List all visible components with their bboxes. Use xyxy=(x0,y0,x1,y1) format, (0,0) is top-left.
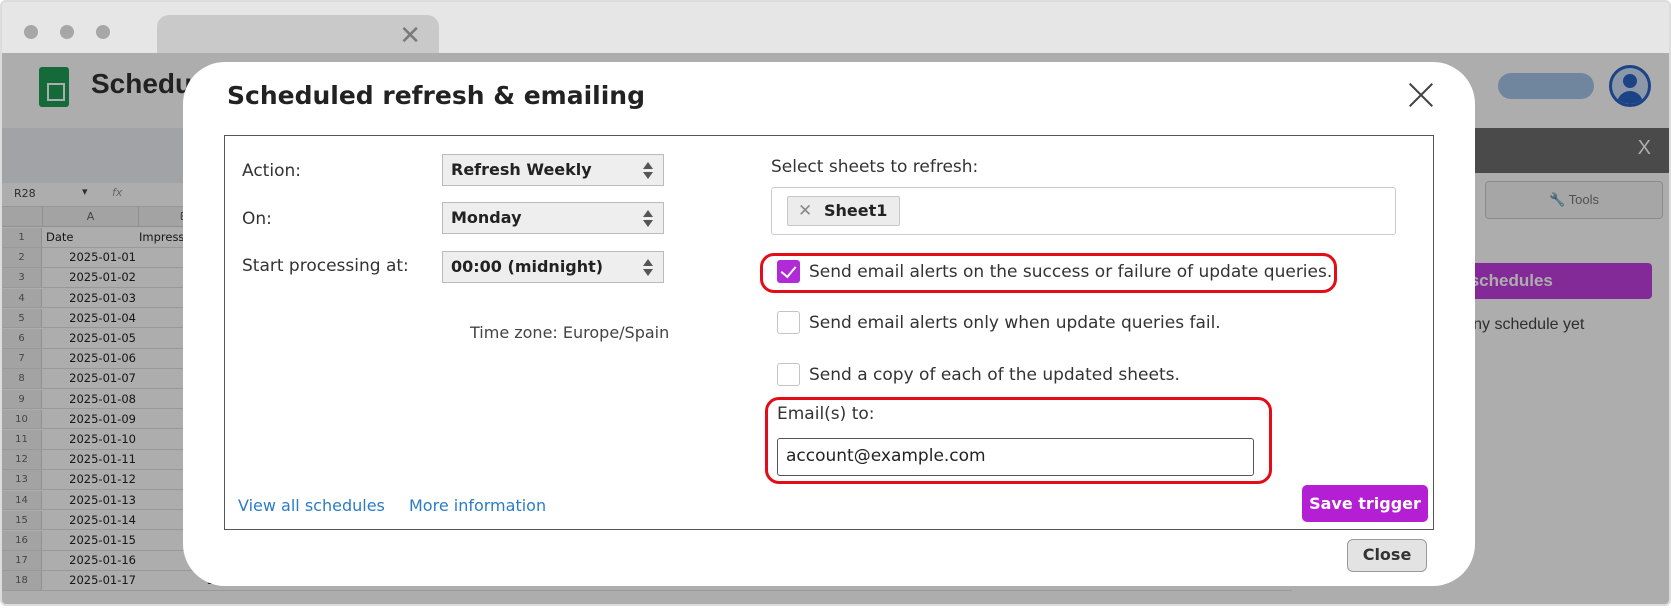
email-field[interactable]: account@example.com xyxy=(777,438,1254,476)
close-button[interactable]: Close xyxy=(1347,539,1427,572)
browser-tab[interactable]: ✕ xyxy=(157,15,439,53)
window-maximize-dot[interactable] xyxy=(96,25,110,39)
sheet-chip[interactable]: ✕ Sheet1 xyxy=(787,196,901,226)
tab-close-icon[interactable]: ✕ xyxy=(399,21,421,51)
action-select-value: Refresh Weekly xyxy=(451,160,592,179)
dialog-close-icon[interactable] xyxy=(1406,80,1436,110)
email-label: Email(s) to: xyxy=(777,404,875,424)
dialog-body: Action: Refresh Weekly On: Monday Start … xyxy=(224,135,1434,530)
sheet-chip-label: Sheet1 xyxy=(824,201,888,220)
start-time-value: 00:00 (midnight) xyxy=(451,257,604,276)
browser-chrome: ✕ xyxy=(2,2,1669,53)
action-label: Action: xyxy=(242,161,301,181)
remove-chip-icon[interactable]: ✕ xyxy=(798,197,812,225)
window-minimize-dot[interactable] xyxy=(60,25,74,39)
sheets-label: Select sheets to refresh: xyxy=(771,157,979,177)
view-all-schedules-link[interactable]: View all schedules xyxy=(238,496,385,515)
dialog-title: Scheduled refresh & emailing xyxy=(227,81,646,110)
day-select-value: Monday xyxy=(451,208,522,227)
select-arrows-icon xyxy=(643,259,653,277)
schedule-dialog: Scheduled refresh & emailing Action: Ref… xyxy=(183,62,1475,586)
save-trigger-button[interactable]: Save trigger xyxy=(1302,485,1428,522)
start-time-select[interactable]: 00:00 (midnight) xyxy=(442,251,664,283)
fail-only-checkbox[interactable] xyxy=(777,311,800,334)
day-select[interactable]: Monday xyxy=(442,202,664,234)
more-information-link[interactable]: More information xyxy=(409,496,546,515)
window-close-dot[interactable] xyxy=(24,25,38,39)
alerts-checkbox[interactable] xyxy=(777,260,800,283)
timezone-text: Time zone: Europe/Spain xyxy=(470,323,670,342)
copy-sheets-checkbox[interactable] xyxy=(777,363,800,386)
action-select[interactable]: Refresh Weekly xyxy=(442,154,664,186)
fail-only-option-label[interactable]: Send email alerts only when update queri… xyxy=(809,313,1221,333)
select-arrows-icon xyxy=(643,162,653,180)
select-arrows-icon xyxy=(643,210,653,228)
alerts-option-label[interactable]: Send email alerts on the success or fail… xyxy=(809,262,1332,282)
start-label: Start processing at: xyxy=(242,256,409,276)
on-label: On: xyxy=(242,209,272,229)
sheets-multiselect[interactable]: ✕ Sheet1 xyxy=(771,187,1396,235)
copy-sheets-option-label[interactable]: Send a copy of each of the updated sheet… xyxy=(809,365,1180,385)
